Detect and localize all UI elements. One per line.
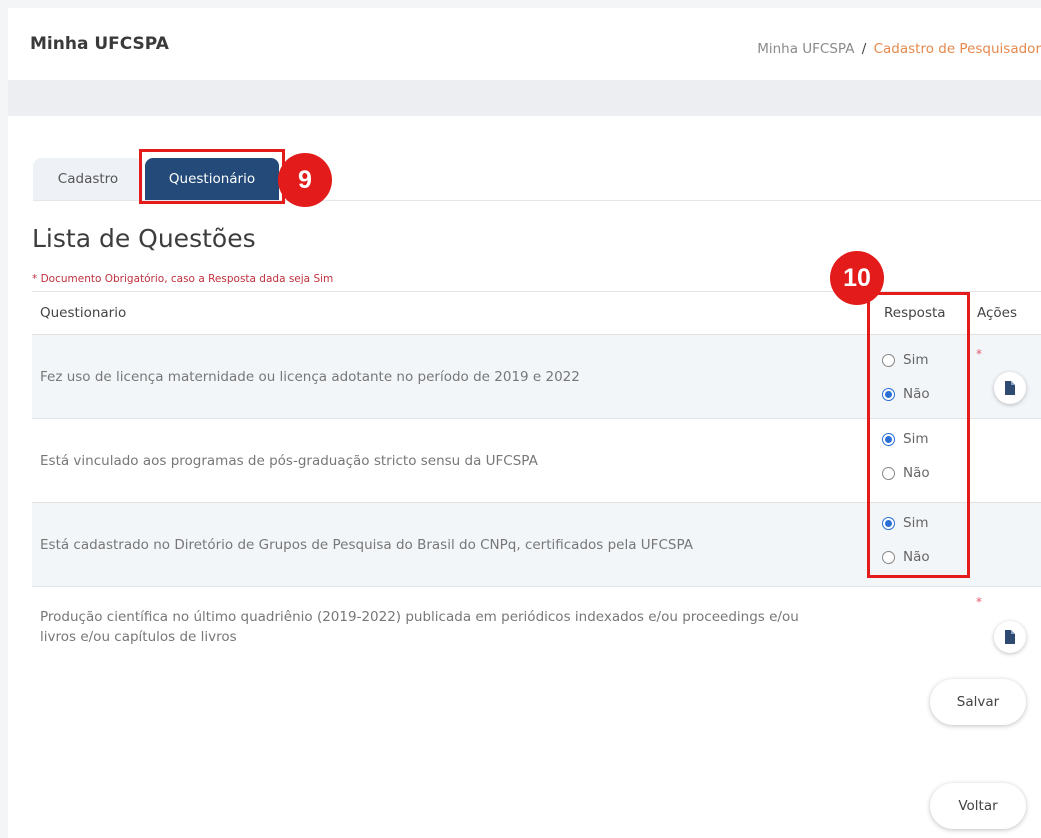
column-header-question: Questionario — [40, 305, 127, 321]
document-upload-button[interactable] — [994, 372, 1026, 404]
callout-badge-9: 9 — [278, 153, 332, 207]
required-note: * Documento Obrigatório, caso a Resposta… — [32, 273, 334, 285]
callout-highlight-respostas — [867, 292, 970, 578]
tab-cadastro[interactable]: Cadastro — [33, 158, 143, 200]
back-button[interactable]: Voltar — [930, 783, 1026, 829]
main-content: Cadastro Questionário 9 Lista de Questõe… — [8, 116, 1041, 838]
document-icon — [1005, 381, 1015, 395]
top-header: Minha UFCSPA Minha UFCSPA / Cadastro de … — [8, 8, 1041, 80]
question-text: Fez uso de licença maternidade ou licenç… — [40, 369, 580, 385]
required-asterisk: * — [976, 595, 982, 609]
question-text: Produção científica no último quadriênio… — [40, 609, 799, 645]
question-text: Está vinculado aos programas de pós-grad… — [40, 453, 538, 469]
breadcrumb-current: Cadastro de Pesquisador — [873, 41, 1041, 57]
callout-badge-10: 10 — [830, 251, 884, 305]
document-icon — [1005, 630, 1015, 644]
required-asterisk: * — [976, 347, 982, 361]
app-title: Minha UFCSPA — [30, 34, 169, 54]
breadcrumb-home[interactable]: Minha UFCSPA — [757, 41, 854, 57]
breadcrumb-separator: / — [861, 41, 867, 57]
header-strip — [8, 80, 1041, 116]
question-text: Está cadastrado no Diretório de Grupos d… — [40, 537, 693, 553]
save-button[interactable]: Salvar — [930, 679, 1026, 725]
breadcrumb: Minha UFCSPA / Cadastro de Pesquisador — [757, 41, 1041, 57]
document-upload-button[interactable] — [994, 621, 1026, 653]
table-row: Produção científica no último quadriênio… — [32, 587, 1041, 671]
list-title: Lista de Questões — [32, 224, 256, 253]
callout-highlight-tab — [139, 149, 285, 204]
column-header-actions: Ações — [977, 305, 1018, 321]
